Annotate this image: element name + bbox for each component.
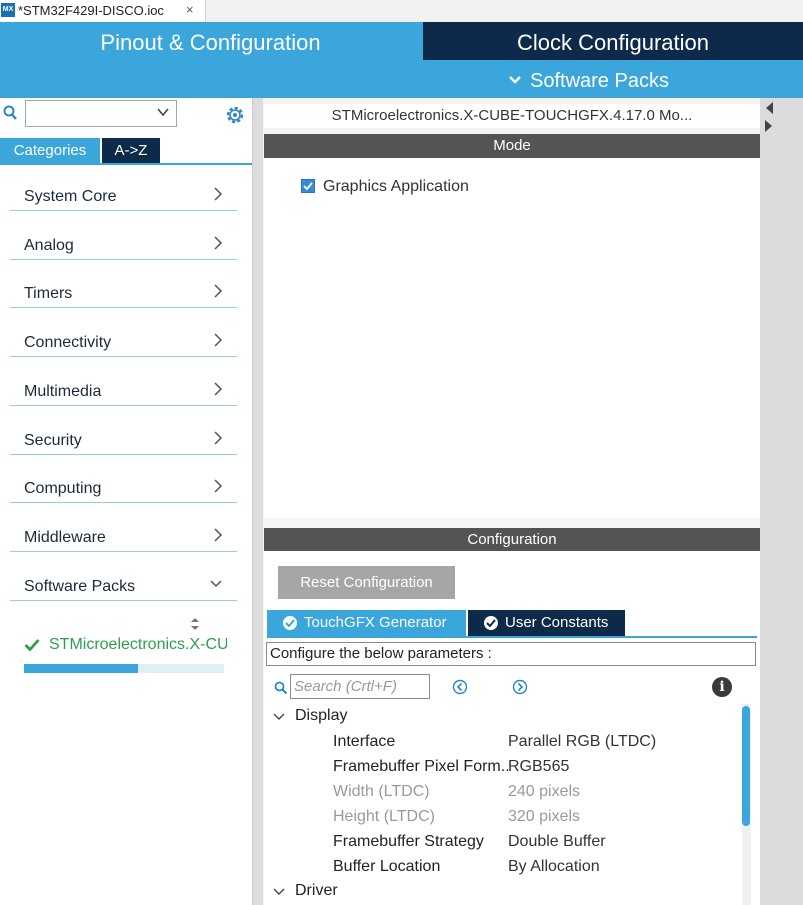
- param-value[interactable]: Parallel RGB (LTDC): [508, 733, 656, 751]
- pack-progress-fill: [24, 664, 138, 673]
- param-name[interactable]: Buffer Location: [333, 858, 440, 876]
- chevron-right-icon: [213, 478, 223, 499]
- category-search-combobox[interactable]: [25, 100, 177, 127]
- category-connectivity[interactable]: Connectivity: [10, 326, 237, 357]
- category-computing[interactable]: Computing: [10, 472, 237, 503]
- next-match-icon[interactable]: [512, 679, 528, 700]
- param-value[interactable]: RGB565: [508, 758, 569, 776]
- config-tab-underline: [267, 636, 757, 638]
- chevron-right-icon: [213, 430, 223, 451]
- sort-icon[interactable]: [190, 617, 200, 636]
- pack-progress-bar: [24, 664, 224, 673]
- file-tab-name: *STM32F429I-DISCO.ioc: [18, 3, 164, 18]
- category-tab-underline: [0, 163, 252, 165]
- software-packs-menu-label: Software Packs: [530, 70, 669, 92]
- chevron-right-icon: [213, 381, 223, 402]
- chevron-right-icon: [213, 235, 223, 256]
- chevron-right-icon: [213, 283, 223, 304]
- category-label: Connectivity: [24, 334, 112, 351]
- category-timers[interactable]: Timers: [10, 277, 237, 308]
- previous-match-icon[interactable]: [452, 679, 468, 700]
- tab-bar-empty: [206, 0, 803, 23]
- panel-splitter-right[interactable]: [760, 98, 803, 905]
- category-label: Analog: [24, 237, 74, 254]
- graphics-application-label[interactable]: Graphics Application: [323, 178, 469, 196]
- mx-file-icon: MX: [1, 3, 15, 17]
- check-circle-icon: [283, 616, 297, 630]
- chevron-down-icon: [508, 66, 522, 94]
- tab-categories[interactable]: Categories: [0, 138, 100, 163]
- param-value[interactable]: Double Buffer: [508, 833, 606, 851]
- close-icon[interactable]: ×: [186, 2, 194, 17]
- chevron-right-icon: [213, 186, 223, 207]
- category-analog[interactable]: Analog: [10, 229, 237, 260]
- category-label: Security: [24, 432, 82, 449]
- parameter-search-input[interactable]: Search (Crtl+F): [290, 674, 430, 699]
- info-icon[interactable]: i: [712, 677, 732, 697]
- parameters-caption: Configure the below parameters :: [266, 642, 756, 666]
- param-name[interactable]: Framebuffer Strategy: [333, 833, 484, 851]
- category-label: Software Packs: [24, 578, 136, 595]
- category-security[interactable]: Security: [10, 424, 237, 455]
- category-middleware[interactable]: Middleware: [10, 521, 237, 552]
- param-value[interactable]: By Allocation: [508, 858, 600, 876]
- tab-clock-configuration[interactable]: Clock Configuration: [423, 22, 803, 60]
- gear-icon[interactable]: [224, 104, 246, 126]
- chevron-right-icon: [213, 527, 223, 548]
- param-name[interactable]: Framebuffer Pixel Form..: [333, 758, 510, 776]
- category-label: Timers: [24, 285, 73, 302]
- software-pack-item[interactable]: STMicroelectronics.X-CUBE-TOUCHGFX: [49, 636, 227, 654]
- software-packs-menu[interactable]: Software Packs: [508, 66, 708, 94]
- category-label: System Core: [24, 188, 117, 205]
- search-icon: [274, 681, 288, 700]
- tab-touchgfx-generator[interactable]: TouchGFX Generator: [267, 610, 466, 636]
- category-label: Computing: [24, 480, 102, 497]
- check-icon: [24, 638, 40, 657]
- tab-pinout-configuration[interactable]: Pinout & Configuration: [0, 22, 421, 62]
- category-label: Middleware: [24, 529, 106, 546]
- configuration-section-body: [264, 551, 760, 905]
- tab-label: TouchGFX Generator: [304, 614, 447, 631]
- param-value: 320 pixels: [508, 808, 581, 825]
- tab-label: User Constants: [505, 614, 609, 631]
- category-software-packs[interactable]: Software Packs: [10, 570, 237, 601]
- chevron-down-icon[interactable]: [272, 885, 286, 904]
- check-circle-icon: [484, 616, 498, 630]
- category-multimedia[interactable]: Multimedia: [10, 375, 237, 406]
- graphics-application-checkbox[interactable]: [301, 179, 315, 193]
- file-tab[interactable]: MX *STM32F429I-DISCO.ioc ×: [0, 0, 206, 22]
- params-scrollbar-thumb[interactable]: [742, 706, 750, 826]
- param-name[interactable]: Interface: [333, 733, 395, 751]
- chevron-down-icon: [209, 576, 223, 597]
- tab-a-to-z[interactable]: A->Z: [102, 138, 160, 163]
- pack-title: STMicroelectronics.X-CUBE-TOUCHGFX.4.17.…: [264, 104, 760, 128]
- chevron-right-icon: [213, 332, 223, 353]
- collapse-arrows-icon[interactable]: [763, 100, 775, 136]
- mode-section-header: Mode: [264, 134, 760, 158]
- chevron-down-icon[interactable]: [156, 105, 170, 124]
- panel-splitter-left[interactable]: [253, 98, 263, 905]
- search-icon: [3, 105, 17, 121]
- chevron-down-icon[interactable]: [272, 710, 286, 729]
- param-value: 240 pixels: [508, 783, 581, 800]
- category-label: Multimedia: [24, 383, 102, 400]
- configuration-section-header: Configuration: [264, 528, 760, 551]
- mode-section-body: [264, 158, 760, 518]
- category-system-core[interactable]: System Core: [10, 180, 237, 211]
- tab-user-constants[interactable]: User Constants: [468, 610, 625, 636]
- group-label: Driver: [295, 882, 338, 899]
- reset-configuration-button[interactable]: Reset Configuration: [278, 566, 455, 599]
- group-label: Display: [295, 707, 348, 724]
- param-name: Width (LTDC): [333, 783, 430, 800]
- param-name: Height (LTDC): [333, 808, 435, 825]
